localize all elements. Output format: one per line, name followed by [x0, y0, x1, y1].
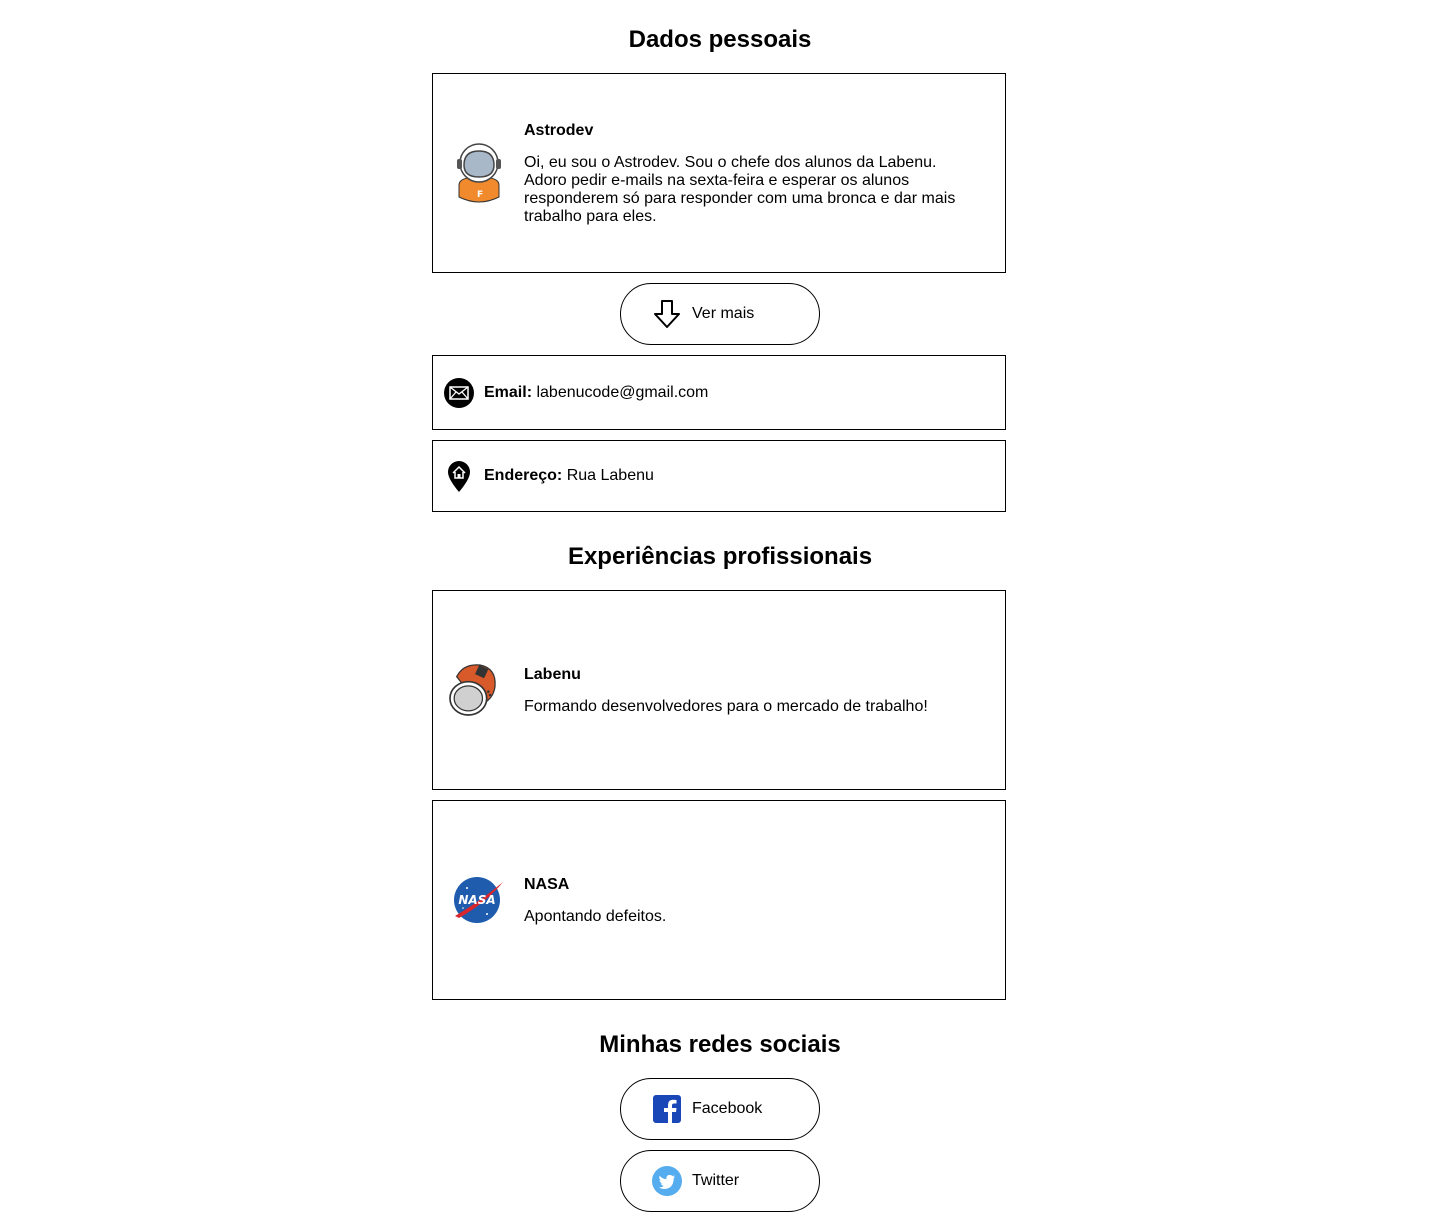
- facebook-icon: [652, 1094, 682, 1124]
- address-value: Rua Labenu: [566, 467, 654, 484]
- experience-description: Apontando defeitos.: [524, 907, 667, 925]
- facebook-label: Facebook: [692, 1100, 763, 1117]
- svg-text:NASA: NASA: [458, 893, 495, 907]
- facebook-button[interactable]: Facebook: [620, 1078, 820, 1140]
- twitter-button[interactable]: Twitter: [620, 1150, 820, 1212]
- section-title-experience: Experiências profissionais: [567, 543, 873, 570]
- email-card: Email: labenucode@gmail.com: [432, 355, 1006, 430]
- nasa-logo-icon: NASA: [453, 868, 505, 932]
- profile-card: F Astrodev Oi, eu sou o Astrodev. Sou o …: [432, 73, 1006, 273]
- profile-name: Astrodev: [524, 121, 594, 139]
- experience-description: Formando desenvolvedores para o mercado …: [524, 697, 928, 715]
- experience-card-nasa: NASA NASA Apontando defeitos.: [432, 800, 1006, 1000]
- twitter-icon: [652, 1166, 682, 1196]
- arrow-down-icon: [652, 299, 682, 329]
- envelope-icon: [443, 377, 475, 409]
- experience-card-labenu: Labenu Formando desenvolvedores para o m…: [432, 590, 1006, 790]
- profile-description: Oi, eu sou o Astrodev. Sou o chefe dos a…: [524, 153, 956, 225]
- astronaut-helmet-icon: [449, 658, 505, 722]
- section-title-social: Minhas redes sociais: [599, 1031, 841, 1058]
- email-value: labenucode@gmail.com: [536, 383, 709, 401]
- experience-name: Labenu: [524, 665, 581, 683]
- svg-text:F: F: [477, 190, 483, 200]
- address-label: Endereço:: [484, 467, 563, 484]
- map-pin-home-icon: [443, 460, 475, 492]
- see-more-button[interactable]: Ver mais: [620, 283, 820, 345]
- email-label: Email:: [484, 383, 533, 401]
- section-title-personal: Dados pessoais: [628, 26, 812, 53]
- see-more-label: Ver mais: [692, 305, 755, 322]
- astronaut-avatar-icon: F: [453, 141, 505, 205]
- experience-name: NASA: [524, 875, 570, 893]
- twitter-label: Twitter: [692, 1172, 740, 1189]
- address-card: Endereço: Rua Labenu: [432, 440, 1006, 512]
